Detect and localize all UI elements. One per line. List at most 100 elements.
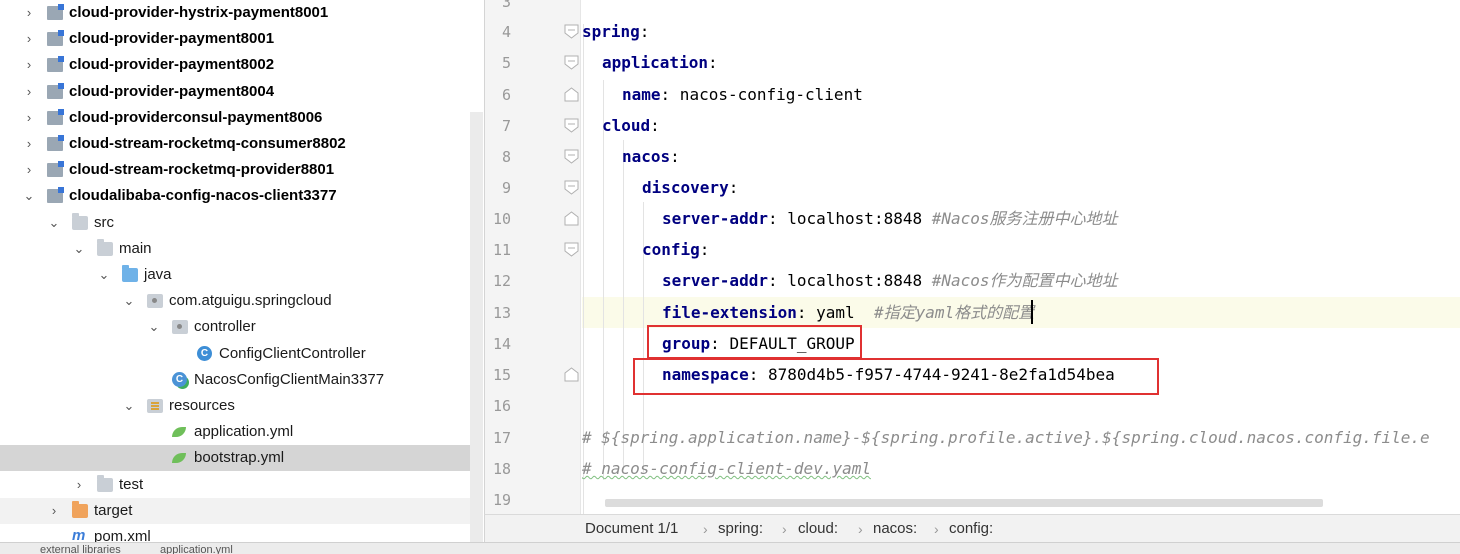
tree-item[interactable]: › cloud-provider-payment8001 bbox=[0, 26, 483, 52]
fold-collapse-icon[interactable] bbox=[564, 118, 579, 133]
breadcrumb-separator: › bbox=[858, 521, 863, 537]
bottom-tab-libraries[interactable]: external libraries bbox=[40, 545, 121, 554]
colon: : bbox=[767, 271, 778, 290]
line-number: 18 bbox=[492, 460, 511, 478]
folder-icon bbox=[97, 238, 113, 256]
fold-end-icon[interactable] bbox=[564, 211, 579, 226]
chevron-down-icon[interactable]: ⌄ bbox=[72, 241, 86, 257]
tree-item-label: ConfigClientController bbox=[219, 344, 366, 362]
tree-item[interactable]: bootstrap.yml bbox=[0, 445, 483, 472]
code-line-17[interactable]: # ${spring.application.name}-${spring.pr… bbox=[582, 428, 1430, 448]
colon: : bbox=[699, 240, 710, 259]
breadcrumb-item[interactable]: config: bbox=[949, 520, 993, 538]
line-number: 10 bbox=[492, 210, 511, 228]
tree-item[interactable]: › cloud-provider-hystrix-payment8001 bbox=[0, 0, 483, 26]
chevron-right-icon[interactable]: › bbox=[22, 31, 36, 47]
tree-item[interactable]: ⌄ main bbox=[0, 236, 483, 262]
fold-end-icon[interactable] bbox=[564, 367, 579, 382]
chevron-right-icon[interactable]: › bbox=[22, 5, 36, 21]
chevron-down-icon[interactable]: ⌄ bbox=[97, 267, 111, 283]
bottom-tab-application-yml[interactable]: application.yml bbox=[160, 545, 233, 554]
tree-item-label: cloudalibaba-config-nacos-client3377 bbox=[69, 187, 337, 205]
chevron-down-icon[interactable]: ⌄ bbox=[122, 398, 136, 414]
chevron-right-icon[interactable]: › bbox=[22, 162, 36, 178]
line-gutter: 3 4 5 6 7 8 9 10 11 12 13 14 15 16 17 18 19 bbox=[485, 0, 581, 514]
tree-item-label: cloud-providerconsul-payment8006 bbox=[69, 108, 323, 126]
chevron-right-icon[interactable]: › bbox=[22, 136, 36, 152]
tree-item[interactable]: ⌄ resources bbox=[0, 393, 483, 419]
colon: : bbox=[707, 53, 718, 72]
code-line-18[interactable]: # nacos-config-client-dev.yaml bbox=[582, 459, 871, 479]
line-number: 3 bbox=[501, 0, 511, 11]
chevron-right-icon[interactable]: › bbox=[22, 110, 36, 126]
yaml-key: name bbox=[622, 85, 661, 104]
bottom-tab-strip: external libraries application.yml bbox=[0, 542, 1460, 554]
code-line-5[interactable]: application: bbox=[602, 53, 718, 73]
tree-item-label: cloud-provider-payment8002 bbox=[69, 56, 275, 74]
code-line-4[interactable]: spring: bbox=[582, 22, 649, 42]
fold-collapse-icon[interactable] bbox=[564, 24, 579, 39]
tree-item-label: test bbox=[119, 475, 144, 493]
chevron-down-icon[interactable]: ⌄ bbox=[47, 215, 61, 231]
code-line-10[interactable]: server-addr: localhost:8848 #Nacos服务注册中心… bbox=[662, 209, 1118, 229]
yaml-file-icon bbox=[172, 425, 188, 439]
maven-icon: m bbox=[72, 527, 86, 544]
fold-collapse-icon[interactable] bbox=[564, 55, 579, 70]
tree-scrollbar[interactable] bbox=[470, 112, 483, 554]
tree-item[interactable]: ⌄ com.atguigu.springcloud bbox=[0, 288, 483, 314]
fold-collapse-icon[interactable] bbox=[564, 180, 579, 195]
breadcrumb-item[interactable]: spring: bbox=[718, 520, 763, 538]
horizontal-scrollbar[interactable] bbox=[605, 499, 1323, 507]
yaml-key: application bbox=[602, 53, 708, 72]
fold-collapse-icon[interactable] bbox=[564, 149, 579, 164]
document-indicator[interactable]: Document 1/1 bbox=[585, 520, 678, 538]
tree-item[interactable]: C NacosConfigClientMain3377 bbox=[0, 367, 483, 393]
colon: : bbox=[796, 303, 807, 322]
code-line-9[interactable]: discovery: bbox=[642, 178, 738, 198]
tree-item[interactable]: ⌄ cloudalibaba-config-nacos-client3377 bbox=[0, 183, 483, 209]
chevron-down-icon[interactable]: ⌄ bbox=[147, 319, 161, 335]
chevron-down-icon[interactable]: ⌄ bbox=[122, 293, 136, 309]
code-line-6[interactable]: name: nacos-config-client bbox=[622, 85, 863, 105]
code-line-12[interactable]: server-addr: localhost:8848 #Nacos作为配置中心… bbox=[662, 271, 1118, 291]
breadcrumb-item[interactable]: nacos: bbox=[873, 520, 917, 538]
tree-item[interactable]: › cloud-providerconsul-payment8006 bbox=[0, 105, 483, 131]
module-icon bbox=[47, 56, 64, 73]
chevron-right-icon[interactable]: › bbox=[72, 477, 86, 493]
tree-item-label: cloud-stream-rocketmq-consumer8802 bbox=[69, 135, 346, 152]
chevron-right-icon[interactable]: › bbox=[47, 503, 61, 519]
tree-item[interactable]: › cloud-stream-rocketmq-consumer8802 bbox=[0, 131, 483, 157]
tree-item[interactable]: › cloud-provider-payment8002 bbox=[0, 52, 483, 78]
tree-item[interactable]: ⌄ controller bbox=[0, 314, 483, 340]
tree-item[interactable]: › cloud-stream-rocketmq-provider8801 bbox=[0, 157, 483, 183]
code-line-13[interactable]: file-extension: yaml #指定yaml格式的配置 bbox=[662, 303, 1034, 323]
code-line-11[interactable]: config: bbox=[642, 240, 709, 260]
tree-item[interactable]: › test bbox=[0, 472, 483, 498]
yaml-editor[interactable]: 3 4 5 6 7 8 9 10 11 12 13 14 15 16 17 18 19 spring: appl… bbox=[484, 0, 1460, 514]
fold-end-icon[interactable] bbox=[564, 87, 579, 102]
highlight-box-group bbox=[647, 325, 862, 359]
tree-item[interactable]: application.yml bbox=[0, 419, 483, 445]
tree-item[interactable]: › target bbox=[0, 497, 483, 524]
tree-item-label: NacosConfigClientMain3377 bbox=[194, 370, 385, 388]
tree-item-label: cloud-stream-rocketmq-provider8801 bbox=[69, 161, 335, 179]
breadcrumb-item[interactable]: cloud: bbox=[798, 520, 838, 538]
chevron-right-icon[interactable]: › bbox=[22, 84, 36, 100]
chevron-right-icon[interactable]: › bbox=[22, 57, 36, 73]
breadcrumb-separator: › bbox=[934, 521, 939, 537]
yaml-comment: # nacos-config-client-dev.yaml bbox=[582, 459, 871, 478]
yaml-key: server-addr bbox=[662, 209, 768, 228]
excluded-folder-icon bbox=[72, 500, 88, 518]
tree-item[interactable]: C ConfigClientController bbox=[0, 341, 483, 367]
tree-item[interactable]: ⌄ java bbox=[0, 262, 483, 288]
line-number: 11 bbox=[492, 241, 511, 259]
code-line-8[interactable]: nacos: bbox=[622, 147, 680, 167]
fold-collapse-icon[interactable] bbox=[564, 242, 579, 257]
line-number: 5 bbox=[501, 54, 511, 72]
code-line-7[interactable]: cloud: bbox=[602, 116, 660, 136]
chevron-down-icon[interactable]: ⌄ bbox=[22, 188, 36, 204]
tree-item-label: target bbox=[94, 501, 133, 519]
tree-item-label: main bbox=[119, 239, 152, 257]
tree-item[interactable]: ⌄ src bbox=[0, 210, 483, 236]
tree-item[interactable]: › cloud-provider-payment8004 bbox=[0, 79, 483, 105]
